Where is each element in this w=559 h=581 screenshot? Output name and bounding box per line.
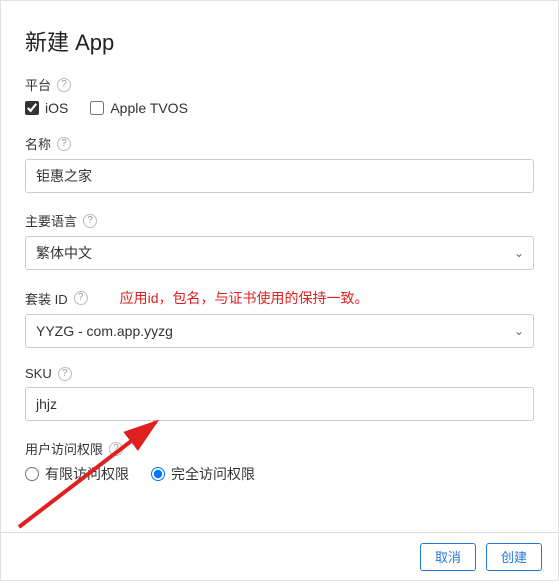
- platform-field: 平台 ? iOS Apple TVOS: [25, 75, 534, 116]
- ios-checkbox[interactable]: [25, 101, 39, 115]
- name-input[interactable]: [25, 159, 534, 193]
- help-icon[interactable]: ?: [109, 442, 123, 456]
- dialog-footer: 取消 创建: [1, 532, 558, 580]
- cancel-button[interactable]: 取消: [420, 543, 476, 571]
- name-field: 名称 ?: [25, 134, 534, 193]
- tvos-label: Apple TVOS: [110, 100, 188, 116]
- bundle-label: 套装 ID: [25, 289, 68, 308]
- limited-access-label: 有限访问权限: [45, 464, 129, 484]
- bundle-select[interactable]: [25, 314, 534, 348]
- tvos-checkbox[interactable]: [90, 101, 104, 115]
- language-select[interactable]: [25, 236, 534, 270]
- access-field: 用户访问权限 ? 有限访问权限 完全访问权限: [25, 439, 534, 484]
- help-icon[interactable]: ?: [83, 214, 97, 228]
- help-icon[interactable]: ?: [74, 291, 88, 305]
- dialog-title: 新建 App: [25, 25, 534, 57]
- ios-checkbox-wrap[interactable]: iOS: [25, 100, 68, 116]
- tvos-checkbox-wrap[interactable]: Apple TVOS: [90, 100, 188, 116]
- platform-label: 平台: [25, 75, 51, 94]
- sku-field: SKU ?: [25, 366, 534, 421]
- sku-input[interactable]: [25, 387, 534, 421]
- help-icon[interactable]: ?: [57, 78, 71, 92]
- limited-access-option[interactable]: 有限访问权限: [25, 464, 129, 484]
- full-access-radio[interactable]: [151, 467, 165, 481]
- full-access-option[interactable]: 完全访问权限: [151, 464, 255, 484]
- language-label: 主要语言: [25, 211, 77, 230]
- access-label: 用户访问权限: [25, 439, 103, 458]
- create-button[interactable]: 创建: [486, 543, 542, 571]
- name-label: 名称: [25, 134, 51, 153]
- limited-access-radio[interactable]: [25, 467, 39, 481]
- ios-label: iOS: [45, 100, 68, 116]
- full-access-label: 完全访问权限: [171, 464, 255, 484]
- bundle-annotation: 应用id，包名，与证书使用的保持一致。: [120, 288, 369, 308]
- bundle-field: 套装 ID ? 应用id，包名，与证书使用的保持一致。 ⌄: [25, 288, 534, 348]
- language-field: 主要语言 ? ⌄: [25, 211, 534, 270]
- help-icon[interactable]: ?: [57, 137, 71, 151]
- help-icon[interactable]: ?: [58, 367, 72, 381]
- sku-label: SKU: [25, 366, 52, 381]
